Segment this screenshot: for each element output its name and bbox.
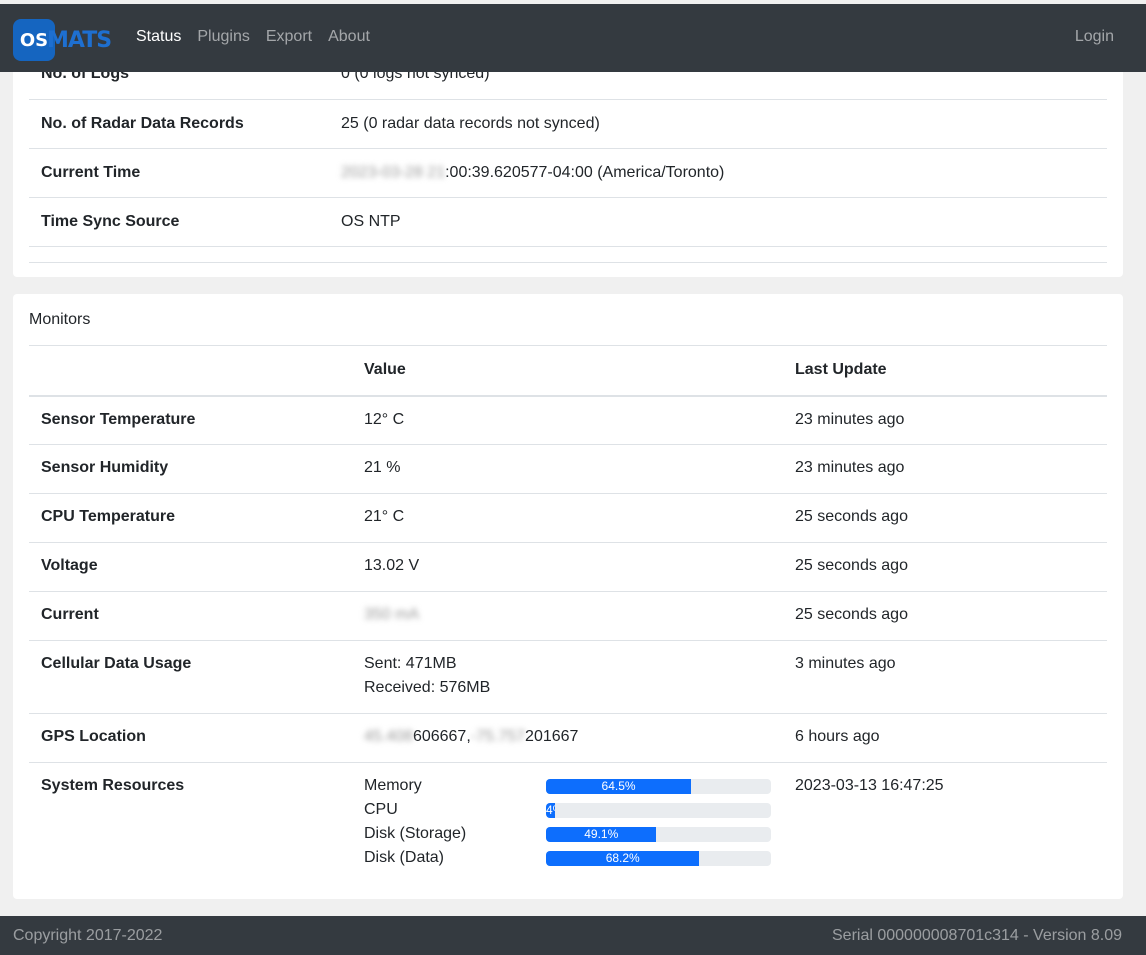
resource-row: Disk (Storage) 49.1% (364, 822, 771, 846)
info-card: No. of Logs 0 (0 logs not synced) No. of… (13, 50, 1123, 277)
table-row: Cellular Data Usage Sent: 471MB Received… (29, 640, 1107, 714)
current-label: Current (29, 591, 352, 641)
resource-label: Memory (364, 777, 422, 794)
info-table: No. of Logs 0 (0 logs not synced) No. of… (29, 50, 1107, 263)
footer: Copyright 2017-2022 Serial 000000008701c… (0, 916, 1146, 955)
table-row: Time Sync Source OS NTP (29, 197, 1107, 247)
logo[interactable]: OS MATS (13, 17, 113, 63)
time-sync-value: OS NTP (329, 197, 1107, 247)
gps-value: 45.408606667,-75.757201667 (352, 713, 783, 763)
radar-records-value: 25 (0 radar data records not synced) (329, 99, 1107, 149)
current-updated: 25 seconds ago (783, 591, 1107, 641)
current-time-text: :00:39.620577-04:00 (America/Toronto) (445, 163, 725, 181)
sensor-temp-value: 12° C (352, 395, 783, 445)
nav-links: Status Plugins Export About (136, 28, 386, 46)
table-row: Current Time 2023-03-28 21:00:39.620577-… (29, 148, 1107, 198)
table-row: Sensor Temperature 12° C 23 minutes ago (29, 395, 1107, 445)
table-row: Current 350 mA 25 seconds ago (29, 591, 1107, 641)
progress-track: 49.1% (546, 826, 771, 842)
resources-updated: 2023-03-13 16:47:25 (783, 762, 1107, 870)
nav-plugins[interactable]: Plugins (197, 28, 249, 46)
monitors-card: Monitors Value Last Update Sensor Temper… (13, 294, 1123, 899)
cellular-received: Received: 576MB (364, 679, 491, 696)
current-time-label: Current Time (29, 148, 329, 198)
table-header-row: Value Last Update (29, 345, 1107, 397)
resource-label: CPU (364, 801, 398, 818)
gps-lat-redacted: 45.408 (364, 728, 413, 745)
cellular-value: Sent: 471MB Received: 576MB (352, 640, 783, 714)
current-time-redacted: 2023-03-28 21 (341, 163, 446, 181)
sensor-temp-updated: 23 minutes ago (783, 395, 1107, 445)
cpu-temp-label: CPU Temperature (29, 493, 352, 543)
resource-label: Disk (Data) (364, 849, 445, 866)
progress-track: 4% (546, 802, 771, 818)
sensor-humidity-label: Sensor Humidity (29, 444, 352, 494)
logo-text: MATS (47, 27, 112, 53)
nav-about[interactable]: About (328, 28, 370, 46)
gps-lat: 606667 (412, 728, 467, 745)
radar-records-label: No. of Radar Data Records (29, 99, 329, 149)
disk-data-progress-bar: 68.2% (546, 850, 700, 866)
cellular-label: Cellular Data Usage (29, 640, 352, 714)
monitors-table: Value Last Update Sensor Temperature 12°… (29, 345, 1107, 870)
current-value: 350 mA (352, 591, 783, 641)
resource-row: Disk (Data) 68.2% (364, 846, 771, 870)
sensor-humidity-value: 21 % (352, 444, 783, 494)
voltage-updated: 25 seconds ago (783, 542, 1107, 592)
table-row: Voltage 13.02 V 25 seconds ago (29, 542, 1107, 592)
gps-label: GPS Location (29, 713, 352, 763)
cellular-updated: 3 minutes ago (783, 640, 1107, 714)
cpu-temp-value: 21° C (352, 493, 783, 543)
copyright: Copyright 2017-2022 (13, 927, 163, 944)
cpu-temp-updated: 25 seconds ago (783, 493, 1107, 543)
gps-lon: 201667 (525, 728, 579, 745)
sensor-temp-label: Sensor Temperature (29, 395, 352, 445)
header-blank (29, 345, 352, 397)
nav-status[interactable]: Status (136, 28, 181, 46)
time-sync-label: Time Sync Source (29, 197, 329, 247)
table-row-spacer (29, 246, 1107, 263)
resource-row: Memory 64.5% (364, 774, 771, 798)
resources-value: Memory 64.5% CPU 4% Disk (Storage) 49.1% (352, 762, 783, 870)
resources-label: System Resources (29, 762, 352, 870)
table-row: CPU Temperature 21° C 25 seconds ago (29, 493, 1107, 543)
current-redacted: 350 mA (364, 606, 420, 623)
serial-version: Serial 000000008701c314 - Version 8.09 (832, 927, 1122, 944)
monitors-title: Monitors (29, 311, 91, 328)
cpu-progress-bar: 4% (546, 802, 555, 818)
current-time-value: 2023-03-28 21:00:39.620577-04:00 (Americ… (329, 148, 1107, 198)
navbar: OS MATS Status Plugins Export About Logi… (0, 4, 1146, 72)
table-row: GPS Location 45.408606667,-75.757201667 … (29, 713, 1107, 763)
table-row: Sensor Humidity 21 % 23 minutes ago (29, 444, 1107, 494)
disk-storage-progress-bar: 49.1% (546, 826, 657, 842)
spacer-cell (329, 246, 1107, 263)
memory-progress-bar: 64.5% (546, 778, 692, 794)
voltage-value: 13.02 V (352, 542, 783, 592)
voltage-label: Voltage (29, 542, 352, 592)
progress-track: 64.5% (546, 778, 771, 794)
resource-label: Disk (Storage) (364, 825, 467, 842)
spacer-cell (29, 246, 329, 263)
table-row: System Resources Memory 64.5% CPU 4% Dis… (29, 762, 1107, 870)
progress-track: 68.2% (546, 850, 771, 866)
sensor-humidity-updated: 23 minutes ago (783, 444, 1107, 494)
table-row: No. of Radar Data Records 25 (0 radar da… (29, 99, 1107, 149)
nav-export[interactable]: Export (266, 28, 312, 46)
cellular-sent: Sent: 471MB (364, 655, 457, 672)
resource-row: CPU 4% (364, 798, 771, 822)
header-value: Value (352, 345, 783, 397)
login-link[interactable]: Login (1075, 28, 1114, 46)
gps-updated: 6 hours ago (783, 713, 1107, 763)
gps-lon-redacted: -75.757 (470, 728, 526, 745)
header-last-update: Last Update (783, 345, 1107, 397)
